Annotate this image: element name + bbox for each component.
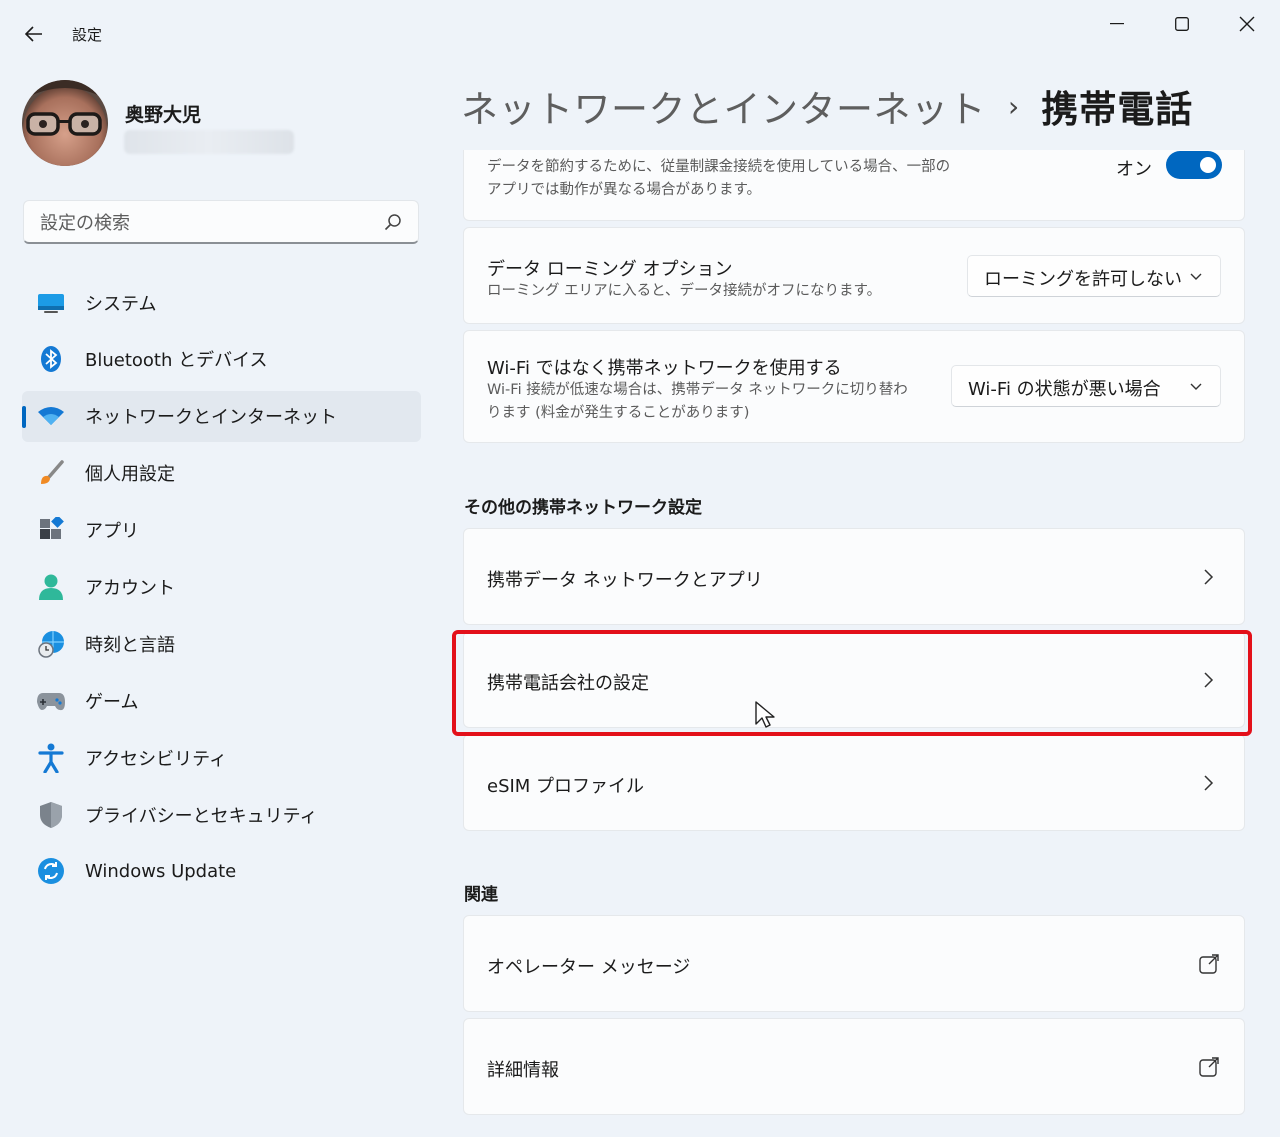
account-person-icon — [36, 572, 66, 602]
roaming-title: データ ローミング オプション — [487, 259, 733, 280]
search-input[interactable] — [38, 210, 372, 236]
more-info-link[interactable]: 詳細情報 — [463, 1018, 1245, 1115]
link-label: オペレーター メッセージ — [487, 957, 691, 978]
breadcrumb-parent[interactable]: ネットワークとインターネット — [461, 79, 986, 133]
metered-desc-line1: データを節約するために、従量制課金接続を使用している場合、一部の — [487, 159, 951, 175]
settings-search[interactable] — [23, 200, 419, 244]
dropdown-value: Wi-Fi の状態が悪い場合 — [968, 379, 1161, 400]
dropdown-value: ローミングを許可しない — [984, 269, 1182, 290]
sidebar-item-label: Bluetooth とデバイス — [85, 350, 268, 372]
cellular-data-apps-link[interactable]: 携帯データ ネットワークとアプリ — [463, 528, 1245, 625]
shield-icon — [36, 800, 66, 830]
mouse-cursor-icon — [755, 701, 775, 728]
link-label: 携帯データ ネットワークとアプリ — [487, 570, 763, 591]
sidebar-item-network[interactable]: ネットワークとインターネット — [22, 390, 421, 442]
gamepad-icon — [36, 686, 66, 716]
roaming-desc: ローミング エリアに入ると、データ接続がオフになります。 — [487, 283, 882, 299]
wifi-fallback-dropdown[interactable]: Wi-Fi の状態が悪い場合 — [951, 365, 1221, 407]
sidebar-item-label: アカウント — [85, 577, 175, 599]
sidebar-item-bluetooth[interactable]: Bluetooth とデバイス — [22, 334, 421, 385]
link-label: eSIM プロファイル — [487, 776, 645, 797]
page-title: 携帯電話 — [1041, 88, 1194, 131]
arrow-left-icon — [25, 26, 42, 42]
breadcrumb: ネットワークとインターネット › 携帯電話 — [461, 78, 1193, 134]
wifi-fallback-title: Wi-Fi ではなく携帯ネットワークを使用する — [487, 358, 842, 379]
wifi-fallback-desc-line1: Wi-Fi 接続が低速な場合は、携帯データ ネットワークに切り替わ — [487, 382, 908, 398]
sidebar-item-personalization[interactable]: 個人用設定 — [22, 448, 421, 499]
brush-icon — [36, 458, 66, 488]
minimize-button[interactable] — [1097, 8, 1137, 40]
section-title-other-settings: その他の携帯ネットワーク設定 — [464, 498, 702, 518]
annotation-highlight-box — [452, 630, 1252, 736]
sidebar-item-label: アクセシビリティ — [85, 748, 228, 770]
maximize-button[interactable] — [1162, 8, 1202, 40]
globe-clock-icon — [36, 629, 66, 659]
bluetooth-icon — [36, 344, 66, 374]
maximize-icon — [1175, 17, 1189, 31]
chevron-right-icon — [1204, 569, 1214, 585]
sidebar-item-label: システム — [85, 293, 157, 315]
metered-toggle[interactable] — [1166, 151, 1222, 179]
accessibility-icon — [36, 743, 66, 773]
search-icon[interactable] — [384, 213, 402, 231]
close-button[interactable] — [1227, 8, 1267, 40]
esim-profiles-link[interactable]: eSIM プロファイル — [463, 734, 1245, 831]
sidebar-item-label: アプリ — [85, 521, 139, 543]
minimize-icon — [1110, 23, 1124, 25]
back-button[interactable] — [20, 20, 48, 48]
open-external-icon — [1199, 954, 1219, 974]
title-bar: 設定 — [0, 0, 1280, 66]
roaming-card: データ ローミング オプション ローミング エリアに入ると、データ接続がオフにな… — [463, 227, 1245, 324]
sidebar-item-label: プライバシーとセキュリティ — [85, 805, 318, 827]
metered-desc-line2: アプリでは動作が異なる場合があります。 — [487, 182, 762, 198]
toggle-state-label: オン — [1116, 159, 1152, 180]
user-profile[interactable]: 奥野大児 — [22, 80, 422, 170]
avatar[interactable] — [22, 80, 108, 166]
sidebar-item-apps[interactable]: アプリ — [22, 505, 421, 556]
chevron-right-icon — [1204, 775, 1214, 791]
sidebar-item-windows-update[interactable]: Windows Update — [22, 846, 421, 897]
user-name: 奥野大児 — [125, 104, 202, 126]
chevron-down-icon — [1190, 273, 1202, 280]
sidebar-nav: システム Bluetooth とデバイス ネットワークとインターネット 個人用設… — [22, 277, 421, 903]
sidebar-item-accounts[interactable]: アカウント — [22, 561, 421, 612]
roaming-dropdown[interactable]: ローミングを許可しない — [967, 255, 1221, 297]
toggle-knob — [1200, 157, 1216, 173]
sidebar-item-accessibility[interactable]: アクセシビリティ — [22, 732, 421, 783]
system-display-icon — [36, 288, 66, 318]
sidebar-item-gaming[interactable]: ゲーム — [22, 675, 421, 726]
windows-update-icon — [36, 856, 66, 886]
link-label: 詳細情報 — [487, 1060, 559, 1081]
open-external-icon — [1199, 1057, 1219, 1077]
sidebar-item-privacy[interactable]: プライバシーとセキュリティ — [22, 789, 421, 840]
operator-messages-link[interactable]: オペレーター メッセージ — [463, 915, 1245, 1012]
sidebar-item-label: Windows Update — [85, 860, 237, 882]
wifi-fallback-desc-line2: ります (料金が発生することがあります) — [487, 405, 750, 421]
chevron-down-icon — [1190, 383, 1202, 390]
sidebar-item-label: 個人用設定 — [85, 464, 175, 486]
breadcrumb-separator: › — [1008, 89, 1020, 123]
app-title: 設定 — [72, 26, 103, 44]
sidebar-item-system[interactable]: システム — [22, 277, 421, 328]
user-email-blurred — [124, 130, 294, 154]
sidebar-item-label: ネットワークとインターネット — [85, 407, 337, 429]
section-title-related: 関連 — [464, 885, 498, 905]
apps-icon — [36, 515, 66, 545]
sidebar-item-label: 時刻と言語 — [85, 634, 175, 656]
wifi-icon — [36, 401, 66, 431]
metered-connection-card: データを節約するために、従量制課金接続を使用している場合、一部の アプリでは動作… — [463, 150, 1245, 221]
wifi-fallback-card: Wi-Fi ではなく携帯ネットワークを使用する Wi-Fi 接続が低速な場合は、… — [463, 330, 1245, 443]
sidebar-item-label: ゲーム — [85, 691, 139, 713]
close-icon — [1239, 16, 1255, 32]
sidebar-item-time-language[interactable]: 時刻と言語 — [22, 618, 421, 669]
